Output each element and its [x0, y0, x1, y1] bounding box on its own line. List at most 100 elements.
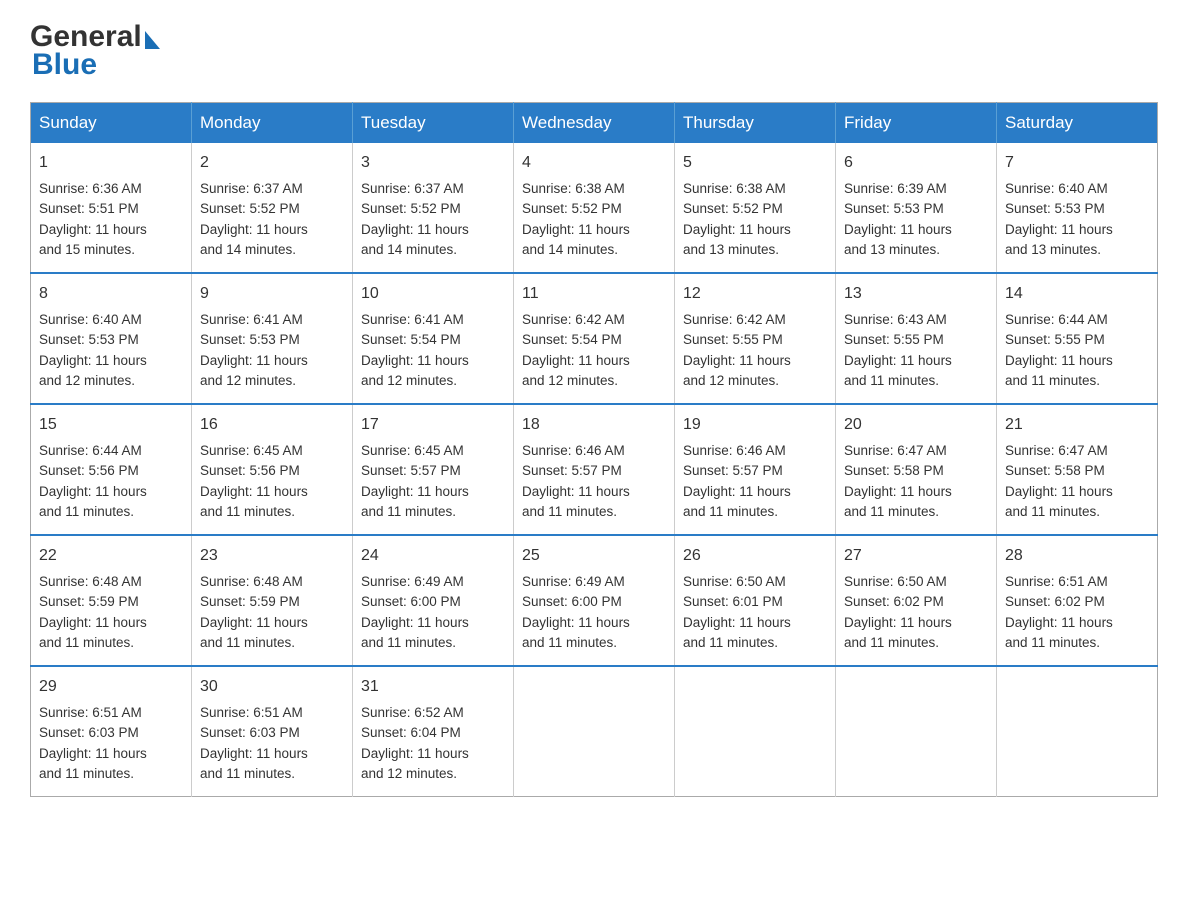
day-number: 20 [844, 413, 988, 437]
day-number: 5 [683, 151, 827, 175]
day-info: Sunrise: 6:46 AMSunset: 5:57 PMDaylight:… [683, 443, 791, 519]
calendar-cell [675, 666, 836, 797]
page-header: General Blue [30, 20, 1158, 82]
day-number: 27 [844, 544, 988, 568]
day-info: Sunrise: 6:37 AMSunset: 5:52 PMDaylight:… [200, 181, 308, 257]
calendar-week-row: 29 Sunrise: 6:51 AMSunset: 6:03 PMDayligh… [31, 666, 1158, 797]
day-info: Sunrise: 6:36 AMSunset: 5:51 PMDaylight:… [39, 181, 147, 257]
calendar-cell: 11Sunrise: 6:42 AMSunset: 5:54 PMDayligh… [514, 273, 675, 404]
day-info: Sunrise: 6:51 AMSunset: 6:02 PMDaylight:… [1005, 574, 1113, 650]
day-number: 16 [200, 413, 344, 437]
day-info: Sunrise: 6:50 AMSunset: 6:01 PMDaylight:… [683, 574, 791, 650]
day-info: Sunrise: 6:43 AMSunset: 5:55 PMDaylight:… [844, 312, 952, 388]
day-number: 22 [39, 544, 183, 568]
day-info: Sunrise: 6:45 AMSunset: 5:57 PMDaylight:… [361, 443, 469, 519]
calendar-cell: 1 Sunrise: 6:36 AMSunset: 5:51 PMDaylight… [31, 143, 192, 273]
day-number: 15 [39, 413, 183, 437]
day-number: 29 [39, 675, 183, 699]
day-number: 13 [844, 282, 988, 306]
day-info: Sunrise: 6:46 AMSunset: 5:57 PMDaylight:… [522, 443, 630, 519]
calendar-cell: 13 Sunrise: 6:43 AMSunset: 5:55 PMDayligh… [836, 273, 997, 404]
calendar-cell: 16 Sunrise: 6:45 AMSunset: 5:56 PMDayligh… [192, 404, 353, 535]
calendar-cell: 6 Sunrise: 6:39 AMSunset: 5:53 PMDaylight… [836, 143, 997, 273]
day-info: Sunrise: 6:47 AMSunset: 5:58 PMDaylight:… [844, 443, 952, 519]
calendar-cell: 17Sunrise: 6:45 AMSunset: 5:57 PMDayligh… [353, 404, 514, 535]
day-number: 18 [522, 413, 666, 437]
day-number: 14 [1005, 282, 1149, 306]
day-info: Sunrise: 6:40 AMSunset: 5:53 PMDaylight:… [1005, 181, 1113, 257]
day-info: Sunrise: 6:51 AMSunset: 6:03 PMDaylight:… [200, 705, 308, 781]
calendar-cell [997, 666, 1158, 797]
calendar-cell: 4Sunrise: 6:38 AMSunset: 5:52 PMDaylight… [514, 143, 675, 273]
day-number: 7 [1005, 151, 1149, 175]
calendar-cell: 31 Sunrise: 6:52 AMSunset: 6:04 PMDayligh… [353, 666, 514, 797]
calendar-cell: 30 Sunrise: 6:51 AMSunset: 6:03 PMDayligh… [192, 666, 353, 797]
day-number: 10 [361, 282, 505, 306]
logo-blue-text: Blue [30, 48, 97, 82]
day-info: Sunrise: 6:51 AMSunset: 6:03 PMDaylight:… [39, 705, 147, 781]
day-info: Sunrise: 6:42 AMSunset: 5:55 PMDaylight:… [683, 312, 791, 388]
day-info: Sunrise: 6:44 AMSunset: 5:55 PMDaylight:… [1005, 312, 1113, 388]
day-info: Sunrise: 6:41 AMSunset: 5:54 PMDaylight:… [361, 312, 469, 388]
day-number: 25 [522, 544, 666, 568]
day-info: Sunrise: 6:50 AMSunset: 6:02 PMDaylight:… [844, 574, 952, 650]
calendar-cell: 24 Sunrise: 6:49 AMSunset: 6:00 PMDayligh… [353, 535, 514, 666]
weekday-header-thursday: Thursday [675, 103, 836, 144]
calendar-cell: 25Sunrise: 6:49 AMSunset: 6:00 PMDayligh… [514, 535, 675, 666]
calendar-cell: 29 Sunrise: 6:51 AMSunset: 6:03 PMDayligh… [31, 666, 192, 797]
weekday-header-monday: Monday [192, 103, 353, 144]
calendar-cell [836, 666, 997, 797]
day-number: 19 [683, 413, 827, 437]
calendar-cell: 8 Sunrise: 6:40 AMSunset: 5:53 PMDaylight… [31, 273, 192, 404]
day-number: 23 [200, 544, 344, 568]
logo-arrow-icon [145, 31, 160, 49]
day-number: 8 [39, 282, 183, 306]
calendar-cell: 26 Sunrise: 6:50 AMSunset: 6:01 PMDayligh… [675, 535, 836, 666]
weekday-header-sunday: Sunday [31, 103, 192, 144]
day-number: 24 [361, 544, 505, 568]
day-number: 11 [522, 282, 666, 306]
calendar-cell: 12Sunrise: 6:42 AMSunset: 5:55 PMDayligh… [675, 273, 836, 404]
weekday-header-friday: Friday [836, 103, 997, 144]
day-info: Sunrise: 6:48 AMSunset: 5:59 PMDaylight:… [39, 574, 147, 650]
calendar-cell: 3Sunrise: 6:37 AMSunset: 5:52 PMDaylight… [353, 143, 514, 273]
day-number: 28 [1005, 544, 1149, 568]
logo: General Blue [30, 20, 160, 82]
day-number: 21 [1005, 413, 1149, 437]
day-number: 31 [361, 675, 505, 699]
calendar-cell: 14 Sunrise: 6:44 AMSunset: 5:55 PMDayligh… [997, 273, 1158, 404]
day-number: 6 [844, 151, 988, 175]
day-info: Sunrise: 6:49 AMSunset: 6:00 PMDaylight:… [361, 574, 469, 650]
calendar-cell: 19 Sunrise: 6:46 AMSunset: 5:57 PMDayligh… [675, 404, 836, 535]
day-info: Sunrise: 6:48 AMSunset: 5:59 PMDaylight:… [200, 574, 308, 650]
calendar-cell: 22 Sunrise: 6:48 AMSunset: 5:59 PMDayligh… [31, 535, 192, 666]
day-number: 9 [200, 282, 344, 306]
calendar-cell: 5 Sunrise: 6:38 AMSunset: 5:52 PMDaylight… [675, 143, 836, 273]
day-number: 26 [683, 544, 827, 568]
day-info: Sunrise: 6:52 AMSunset: 6:04 PMDaylight:… [361, 705, 469, 781]
day-info: Sunrise: 6:41 AMSunset: 5:53 PMDaylight:… [200, 312, 308, 388]
weekday-header-saturday: Saturday [997, 103, 1158, 144]
day-info: Sunrise: 6:38 AMSunset: 5:52 PMDaylight:… [683, 181, 791, 257]
calendar-cell: 27 Sunrise: 6:50 AMSunset: 6:02 PMDayligh… [836, 535, 997, 666]
calendar-cell: 9 Sunrise: 6:41 AMSunset: 5:53 PMDaylight… [192, 273, 353, 404]
day-info: Sunrise: 6:37 AMSunset: 5:52 PMDaylight:… [361, 181, 469, 257]
calendar-week-row: 15 Sunrise: 6:44 AMSunset: 5:56 PMDayligh… [31, 404, 1158, 535]
calendar-table: SundayMondayTuesdayWednesdayThursdayFrid… [30, 102, 1158, 797]
calendar-cell: 10 Sunrise: 6:41 AMSunset: 5:54 PMDayligh… [353, 273, 514, 404]
day-info: Sunrise: 6:44 AMSunset: 5:56 PMDaylight:… [39, 443, 147, 519]
day-info: Sunrise: 6:45 AMSunset: 5:56 PMDaylight:… [200, 443, 308, 519]
day-info: Sunrise: 6:40 AMSunset: 5:53 PMDaylight:… [39, 312, 147, 388]
calendar-cell: 2Sunrise: 6:37 AMSunset: 5:52 PMDaylight… [192, 143, 353, 273]
day-info: Sunrise: 6:39 AMSunset: 5:53 PMDaylight:… [844, 181, 952, 257]
calendar-cell: 23 Sunrise: 6:48 AMSunset: 5:59 PMDayligh… [192, 535, 353, 666]
calendar-cell: 20 Sunrise: 6:47 AMSunset: 5:58 PMDayligh… [836, 404, 997, 535]
day-number: 30 [200, 675, 344, 699]
calendar-cell [514, 666, 675, 797]
weekday-header-row: SundayMondayTuesdayWednesdayThursdayFrid… [31, 103, 1158, 144]
weekday-header-tuesday: Tuesday [353, 103, 514, 144]
calendar-week-row: 8 Sunrise: 6:40 AMSunset: 5:53 PMDaylight… [31, 273, 1158, 404]
weekday-header-wednesday: Wednesday [514, 103, 675, 144]
day-number: 1 [39, 151, 183, 175]
calendar-week-row: 1 Sunrise: 6:36 AMSunset: 5:51 PMDaylight… [31, 143, 1158, 273]
